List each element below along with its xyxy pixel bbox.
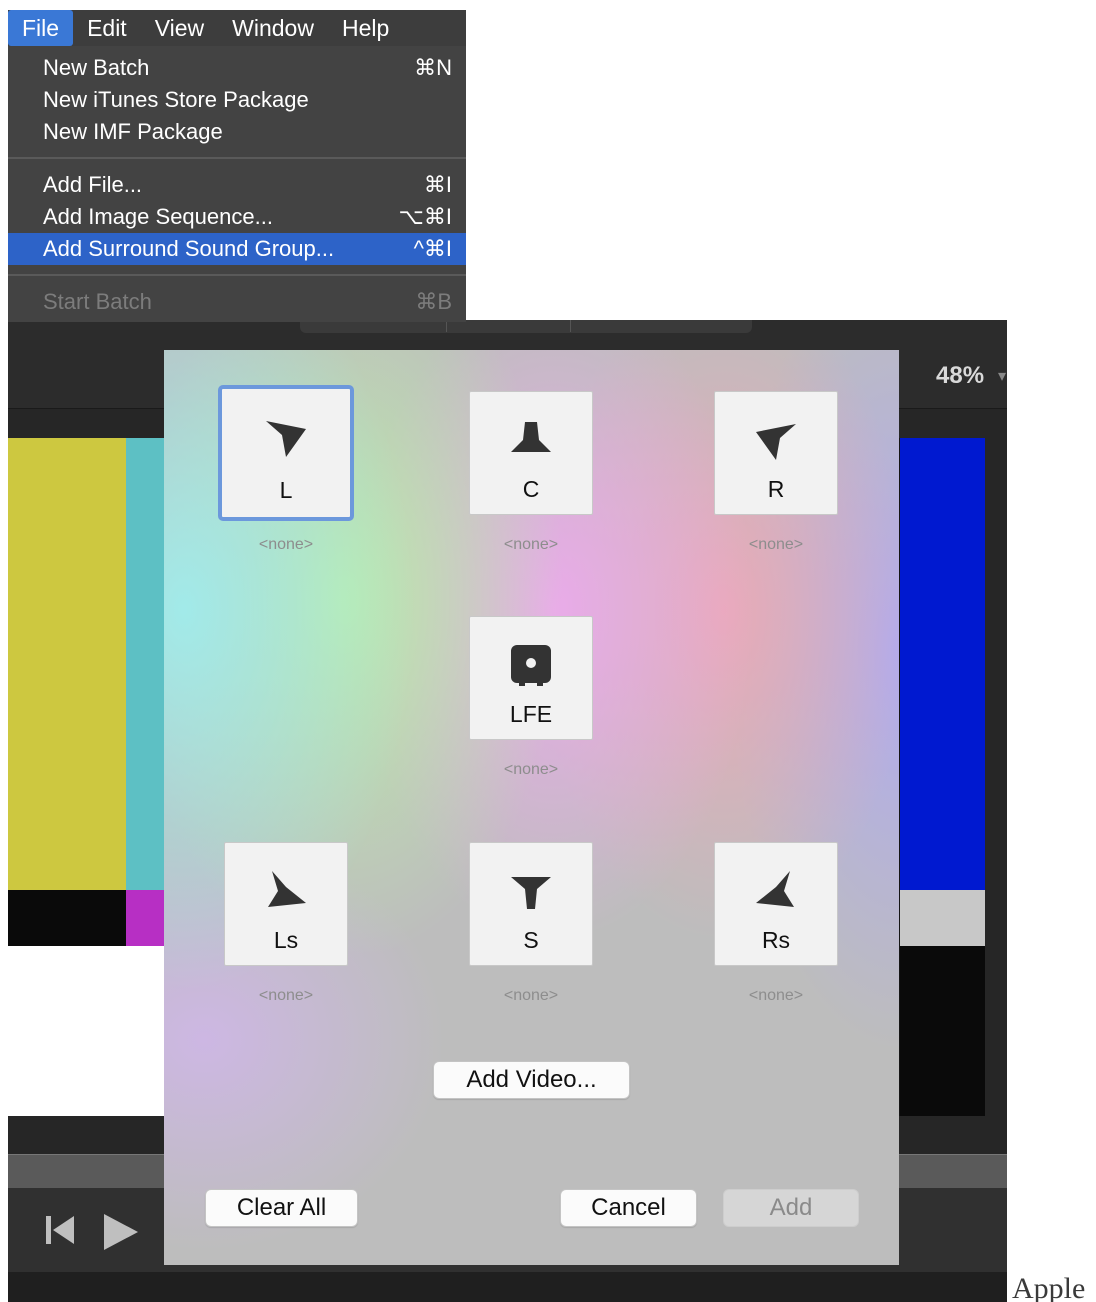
menu-item-shortcut: ^⌘I (413, 236, 452, 261)
color-bar-blue (900, 438, 985, 890)
speaker-center-icon (511, 422, 551, 452)
speaker-front-right-icon (756, 424, 796, 460)
menu-item-label: Add Image Sequence... (43, 204, 273, 229)
menu-item-label: Add File... (43, 172, 143, 197)
menu-file[interactable]: File (8, 10, 74, 46)
menu-item-label: New Batch (43, 55, 150, 80)
menu-edit[interactable]: Edit (73, 10, 141, 46)
menu-item-shortcut: ⌘I (423, 172, 452, 197)
segment-divider (570, 320, 571, 332)
channel-assignment: <none> (503, 761, 559, 778)
file-menu-dropdown: New Batch ⌘N New iTunes Store Package Ne… (8, 46, 466, 322)
channel-label: L (279, 477, 293, 503)
channel-assignment: <none> (258, 987, 314, 1004)
menu-item-shortcut: ⌘B (415, 289, 452, 314)
channel-assignment: <none> (748, 536, 804, 553)
screenshot-stage: 48% ▾ File Edit View Window Help New Bat… (0, 0, 1096, 1302)
channel-assignment: <none> (503, 987, 559, 1004)
menu-item-add-file[interactable]: Add File... ⌘I (8, 169, 466, 201)
menu-item-start-batch[interactable]: Start Batch ⌘B (8, 286, 466, 318)
clear-all-button[interactable]: Clear All (205, 1189, 358, 1227)
menu-item-label: New iTunes Store Package (43, 87, 309, 112)
menu-item-label: Add Surround Sound Group... (43, 236, 335, 261)
color-bar-black-right (900, 946, 985, 1116)
menu-item-add-image-sequence[interactable]: Add Image Sequence... ⌥⌘I (8, 201, 466, 233)
go-to-start-icon[interactable] (44, 1212, 78, 1248)
channel-label: S (523, 927, 539, 953)
color-bar-black-left (8, 890, 126, 946)
menu-item-label: Start Batch (43, 289, 152, 314)
channel-assignment: <none> (748, 987, 804, 1004)
channel-well-rs[interactable]: Rs (714, 842, 838, 966)
menu-bar: File Edit View Window Help (8, 10, 466, 46)
speaker-surround-icon (511, 877, 551, 909)
add-button[interactable]: Add (723, 1189, 859, 1227)
channel-label: R (767, 476, 785, 502)
menu-item-new-itunes-store-package[interactable]: New iTunes Store Package (8, 84, 466, 116)
caption-text: Apple (1012, 1272, 1086, 1302)
channel-well-lfe[interactable]: LFE (469, 616, 593, 740)
color-bar-grey (900, 890, 985, 946)
menu-item-new-imf-package[interactable]: New IMF Package (8, 116, 466, 148)
menu-item-shortcut: ⌥⌘I (398, 204, 452, 229)
menu-help[interactable]: Help (328, 10, 403, 46)
menu-item-add-surround-sound-group[interactable]: Add Surround Sound Group... ^⌘I (8, 233, 466, 265)
subwoofer-icon (511, 645, 551, 686)
speaker-right-surround-icon (756, 871, 794, 907)
channel-assignment: <none> (258, 536, 314, 553)
channel-well-c[interactable]: C (469, 391, 593, 515)
play-icon[interactable] (100, 1212, 140, 1252)
menu-item-shortcut: ⌘N (414, 55, 452, 80)
speaker-front-left-icon (266, 421, 306, 457)
cancel-button[interactable]: Cancel (560, 1189, 697, 1227)
app-status-strip (8, 1272, 1007, 1302)
speaker-left-surround-icon (268, 871, 306, 907)
menu-item-label: New IMF Package (43, 119, 223, 144)
channel-label: C (522, 476, 540, 502)
channel-label: Rs (761, 927, 791, 953)
menu-window[interactable]: Window (218, 10, 328, 46)
color-bar-yellow (8, 438, 126, 890)
menu-item-new-batch[interactable]: New Batch ⌘N (8, 52, 466, 84)
channel-well-l[interactable]: L (218, 385, 354, 521)
menu-separator (8, 157, 466, 159)
surround-sound-dialog: L <none> C <none> R <none> LFE <none> Ls… (164, 350, 899, 1265)
channel-label: Ls (273, 927, 299, 953)
menu-view[interactable]: View (141, 10, 218, 46)
menu-separator (8, 274, 466, 276)
channel-well-r[interactable]: R (714, 391, 838, 515)
channel-well-s[interactable]: S (469, 842, 593, 966)
color-bar-white (8, 946, 186, 1116)
add-video-button[interactable]: Add Video... (433, 1061, 630, 1099)
channel-label: LFE (509, 701, 553, 727)
zoom-chevron-icon[interactable]: ▾ (998, 366, 1006, 386)
channel-well-ls[interactable]: Ls (224, 842, 348, 966)
zoom-level[interactable]: 48% (936, 362, 984, 390)
channel-assignment: <none> (503, 536, 559, 553)
